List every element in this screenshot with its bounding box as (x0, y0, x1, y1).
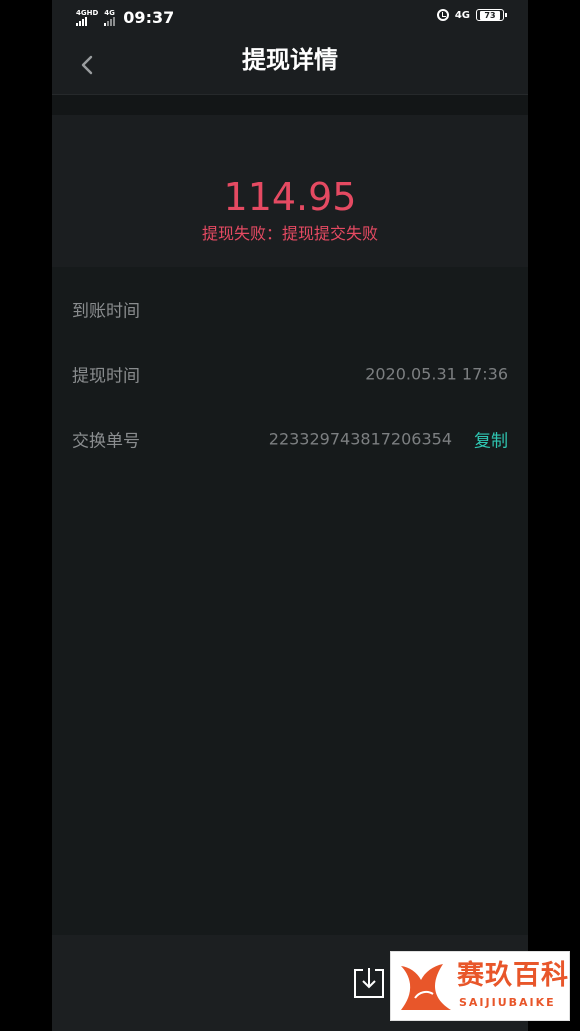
watermark: 赛玖百科 SAIJIUBAIKE (390, 951, 570, 1021)
signal-2: 4G (104, 8, 116, 26)
detail-row-withdraw-time: 提现时间 2020.05.31 17:36 (52, 332, 528, 397)
amount-card: 114.95 提现失败：提现提交失败 (52, 115, 528, 267)
alarm-icon (436, 9, 449, 21)
copy-button[interactable]: 复制 (474, 427, 508, 452)
detail-row-arrival-time: 到账时间 (52, 267, 528, 332)
withdraw-time-label: 提现时间 (72, 366, 140, 387)
status-bar: 4GHD 4G 09:37 4G 73 (52, 0, 528, 38)
signal-bars-icon (76, 16, 87, 26)
phone-screen: 4GHD 4G 09:37 4G 73 提现详情 114.95 提现失败：提现提… (52, 0, 528, 1031)
withdraw-time-value: 2020.05.31 17:36 (365, 364, 508, 384)
network-label-1: 4G (76, 8, 87, 17)
signal-1: 4GHD (76, 8, 99, 26)
detail-row-transaction-id: 交换单号 223329743817206354 复制 (52, 397, 528, 462)
battery-icon: 73 (476, 9, 507, 21)
transaction-id-label: 交换单号 (72, 431, 140, 452)
watermark-brand-en: SAIJIUBAIKE (459, 996, 556, 1009)
divider-band (52, 95, 528, 115)
header-bar: 提现详情 (52, 38, 528, 95)
detail-list: 到账时间 提现时间 2020.05.31 17:36 交换单号 22332974… (52, 267, 528, 462)
signal-bars-icon (104, 16, 116, 26)
transaction-id-value: 223329743817206354 (268, 429, 452, 449)
page-title: 提现详情 (242, 46, 338, 74)
watermark-brand-cn: 赛玖百科 (457, 960, 569, 991)
whale-logo-icon (401, 964, 451, 1010)
withdraw-status: 提现失败：提现提交失败 (201, 224, 378, 243)
download-icon[interactable] (352, 966, 386, 1000)
status-right: 4G 73 (436, 9, 507, 21)
network-label-1-sup: HD (86, 8, 99, 17)
status-left: 4GHD 4G 09:37 (76, 8, 174, 27)
withdraw-amount: 114.95 (223, 175, 357, 219)
arrival-time-label: 到账时间 (72, 301, 140, 322)
network-label-2: 4G (104, 8, 115, 17)
battery-level: 73 (480, 10, 500, 20)
clock: 09:37 (123, 8, 175, 27)
network-label-right: 4G (454, 9, 470, 21)
